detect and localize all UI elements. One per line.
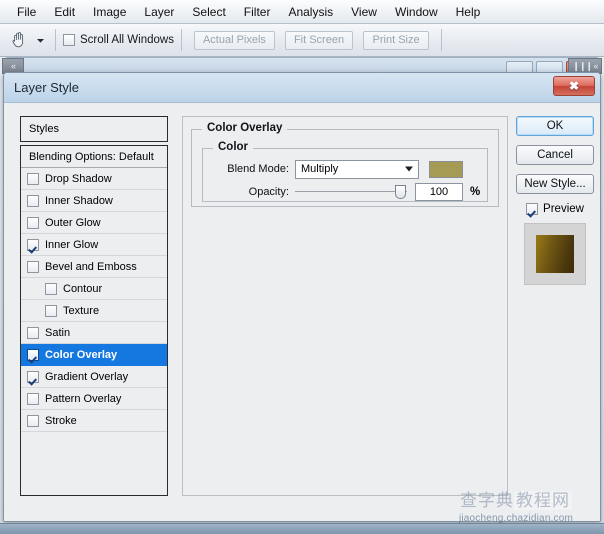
- color-group: Color Blend Mode: Multiply Opacity: 100 …: [202, 141, 488, 202]
- menu-item-image[interactable]: Image: [84, 3, 135, 21]
- style-item-label: Stroke: [45, 414, 77, 427]
- style-item-label: Drop Shadow: [45, 172, 112, 185]
- style-item-label: Outer Glow: [45, 216, 101, 229]
- style-checkbox-outer-glow[interactable]: [27, 216, 39, 229]
- opacity-slider-thumb[interactable]: [395, 185, 406, 199]
- color-overlay-group-title: Color Overlay: [202, 122, 288, 134]
- menu-item-select[interactable]: Select: [183, 3, 234, 21]
- menu-item-layer[interactable]: Layer: [135, 3, 183, 21]
- style-item-label: Contour: [63, 282, 103, 295]
- style-item-outer-glow[interactable]: Outer Glow: [21, 212, 167, 234]
- scroll-all-windows-label: Scroll All Windows: [80, 34, 174, 46]
- style-item-label: Satin: [45, 326, 71, 339]
- dialog-title-bar: Layer Style ✖: [4, 73, 600, 103]
- style-item-texture[interactable]: Texture: [21, 300, 167, 322]
- blend-mode-row: Blend Mode: Multiply: [203, 159, 487, 179]
- toolbar-separator-3: [441, 29, 443, 51]
- style-checkbox-texture[interactable]: [45, 304, 57, 317]
- photoshop-app-window: File Edit Image Layer Select Filter Anal…: [0, 0, 604, 534]
- settings-panel: Color Overlay Color Blend Mode: Multiply: [182, 116, 508, 496]
- style-item-pattern-overlay[interactable]: Pattern Overlay: [21, 388, 167, 410]
- close-icon[interactable]: ✖: [553, 76, 595, 96]
- style-checkbox-color-overlay[interactable]: [27, 348, 39, 361]
- color-group-title: Color: [213, 141, 254, 153]
- menu-item-edit[interactable]: Edit: [45, 3, 84, 21]
- chevron-down-icon[interactable]: [32, 28, 48, 52]
- style-checkbox-bevel-and-emboss[interactable]: [27, 260, 39, 273]
- menu-item-view[interactable]: View: [342, 3, 386, 21]
- blend-mode-value: Multiply: [301, 163, 339, 175]
- cancel-button[interactable]: Cancel: [516, 145, 594, 165]
- new-style-button[interactable]: New Style...: [516, 174, 594, 194]
- preview-checkbox-box[interactable]: [526, 203, 539, 215]
- style-item-label: Blending Options: Default: [29, 150, 154, 163]
- style-item-stroke[interactable]: Stroke: [21, 410, 167, 432]
- style-item-inner-shadow[interactable]: Inner Shadow: [21, 190, 167, 212]
- style-checkbox-gradient-overlay[interactable]: [27, 370, 39, 383]
- style-item-color-overlay[interactable]: Color Overlay: [21, 344, 167, 366]
- style-item-label: Gradient Overlay: [45, 370, 129, 383]
- opacity-label: Opacity:: [248, 186, 289, 198]
- opacity-slider[interactable]: [295, 185, 407, 199]
- style-item-blending-options[interactable]: Blending Options: Default: [21, 146, 167, 168]
- toolbar-separator-1: [55, 29, 56, 51]
- style-item-satin[interactable]: Satin: [21, 322, 167, 344]
- style-item-label: Inner Shadow: [45, 194, 113, 207]
- style-item-drop-shadow[interactable]: Drop Shadow: [21, 168, 167, 190]
- style-checkbox-drop-shadow[interactable]: [27, 172, 39, 185]
- menu-item-file[interactable]: File: [8, 3, 45, 21]
- dialog-body: Styles Blending Options: Default Drop Sh…: [4, 103, 600, 521]
- menu-item-analysis[interactable]: Analysis: [279, 3, 342, 21]
- toolbar-separator-2: [180, 29, 182, 51]
- styles-panel: Styles Blending Options: Default Drop Sh…: [20, 116, 168, 496]
- style-item-gradient-overlay[interactable]: Gradient Overlay: [21, 366, 167, 388]
- style-item-inner-glow[interactable]: Inner Glow: [21, 234, 167, 256]
- style-item-label: Inner Glow: [45, 238, 99, 251]
- menu-item-window[interactable]: Window: [386, 3, 447, 21]
- actual-pixels-button[interactable]: Actual Pixels: [193, 30, 275, 50]
- preview-checkbox[interactable]: Preview: [516, 203, 594, 215]
- style-checkbox-inner-glow[interactable]: [27, 238, 39, 251]
- status-strip: [0, 523, 604, 534]
- preview-thumbnail: [524, 223, 586, 285]
- style-checkbox-pattern-overlay[interactable]: [27, 392, 39, 405]
- opacity-input[interactable]: 100: [415, 183, 463, 201]
- opacity-row: Opacity: 100 %: [203, 182, 487, 202]
- style-item-label: Texture: [63, 304, 100, 317]
- dialog-button-column: OK Cancel New Style... Preview: [516, 116, 594, 285]
- scroll-all-windows-checkbox-box[interactable]: [63, 34, 75, 46]
- opacity-unit-label: %: [470, 186, 481, 198]
- blend-mode-select[interactable]: Multiply: [295, 159, 419, 179]
- layer-style-dialog: Layer Style ✖ Styles Blending Options: D…: [3, 72, 601, 522]
- tool-options-bar: Scroll All Windows Actual Pixels Fit Scr…: [0, 24, 604, 57]
- chevron-down-icon[interactable]: [405, 166, 413, 172]
- print-size-button[interactable]: Print Size: [363, 30, 430, 50]
- menu-item-filter[interactable]: Filter: [235, 3, 280, 21]
- fit-screen-button[interactable]: Fit Screen: [284, 30, 354, 50]
- style-item-label: Bevel and Emboss: [45, 260, 137, 273]
- scroll-all-windows-checkbox[interactable]: Scroll All Windows: [63, 34, 174, 46]
- menu-bar: File Edit Image Layer Select Filter Anal…: [0, 0, 604, 24]
- overlay-color-swatch[interactable]: [429, 160, 463, 178]
- style-item-label: Pattern Overlay: [45, 392, 122, 405]
- style-checkbox-satin[interactable]: [27, 326, 39, 339]
- styles-header[interactable]: Styles: [20, 116, 168, 142]
- menu-item-help[interactable]: Help: [447, 3, 490, 21]
- style-checkbox-stroke[interactable]: [27, 414, 39, 427]
- preview-swatch: [536, 235, 574, 273]
- style-item-contour[interactable]: Contour: [21, 278, 167, 300]
- ok-button[interactable]: OK: [516, 116, 594, 136]
- style-checkbox-inner-shadow[interactable]: [27, 194, 39, 207]
- preview-label: Preview: [543, 203, 584, 215]
- style-item-label: Color Overlay: [45, 348, 118, 361]
- color-overlay-group: Color Overlay Color Blend Mode: Multiply: [191, 122, 499, 207]
- style-item-bevel-and-emboss[interactable]: Bevel and Emboss: [21, 256, 167, 278]
- blend-mode-label: Blend Mode:: [227, 163, 289, 175]
- hand-tool-icon[interactable]: [6, 28, 32, 52]
- dialog-title: Layer Style: [14, 80, 80, 95]
- style-checkbox-contour[interactable]: [45, 282, 57, 295]
- styles-list[interactable]: Blending Options: Default Drop Shadow In…: [20, 145, 168, 496]
